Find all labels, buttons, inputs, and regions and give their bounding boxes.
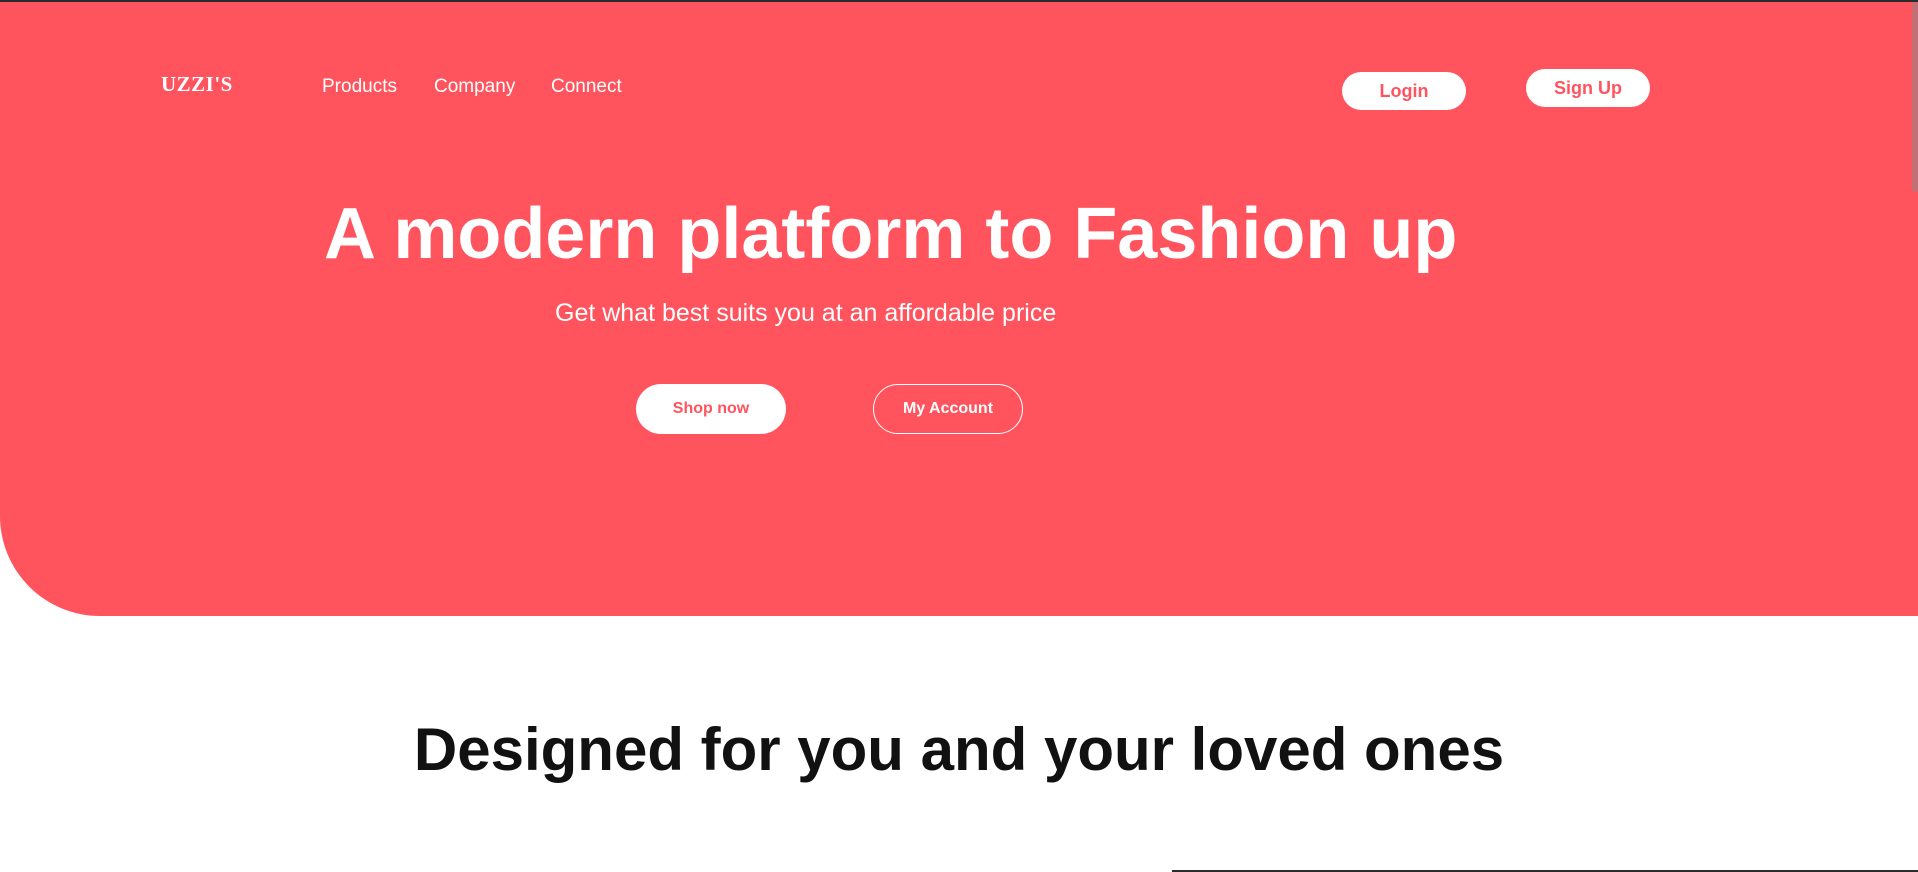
hero-title: A modern platform to Fashion up [324, 194, 1458, 274]
my-account-button[interactable]: My Account [873, 384, 1023, 434]
nav-link-company[interactable]: Company [434, 76, 515, 98]
nav-link-products[interactable]: Products [322, 76, 397, 98]
landing-page: UZZI'S Products Company Connect Login Si… [0, 0, 1918, 872]
brand-logo[interactable]: UZZI'S [161, 72, 233, 97]
page-scrollbar[interactable] [1912, 2, 1918, 192]
section-title: Designed for you and your loved ones [413, 716, 1505, 783]
signup-button[interactable]: Sign Up [1526, 69, 1650, 107]
shop-now-button[interactable]: Shop now [636, 384, 786, 434]
hero-subtitle: Get what best suits you at an affordable… [555, 299, 1057, 327]
window-top-edge [0, 0, 1918, 2]
hero-banner: UZZI'S Products Company Connect Login Si… [0, 2, 1918, 616]
login-button[interactable]: Login [1342, 72, 1466, 110]
nav-link-connect[interactable]: Connect [551, 76, 622, 98]
